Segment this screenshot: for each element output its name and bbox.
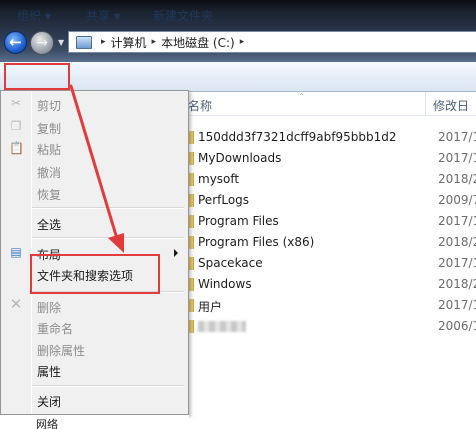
file-row[interactable]: Program Files 2017/1 — [188, 211, 476, 232]
menu-item-close[interactable]: 关闭 — [37, 393, 61, 410]
file-row[interactable]: PerfLogs 2009/7 — [188, 190, 476, 211]
file-row[interactable]: 用户 2017/1 — [188, 295, 476, 316]
organize-label: 组织 — [17, 9, 42, 23]
file-name: Windows — [198, 277, 252, 291]
menu-item-remove-properties[interactable]: 删除属性 — [37, 342, 85, 359]
column-date-modified[interactable]: 修改日 — [433, 97, 469, 114]
new-folder-button[interactable]: 新建文件夹 — [153, 7, 213, 23]
file-name: Program Files — [198, 214, 279, 228]
menu-separator — [32, 237, 184, 239]
column-name[interactable]: 名称 — [188, 97, 212, 114]
file-row[interactable]: 150ddd3f7321dcff9abf95bbb1d2 2017/1 — [188, 127, 476, 148]
file-name: Spacekace — [198, 256, 263, 270]
organize-button[interactable]: 组织 ▼ — [17, 7, 51, 23]
submenu-arrow-icon — [174, 249, 178, 257]
chevron-down-icon: ▼ — [45, 12, 52, 21]
computer-icon — [76, 35, 92, 49]
back-button[interactable]: ← — [4, 31, 27, 54]
scissors-icon: ✂ — [10, 96, 22, 110]
file-date: 2017/1 — [438, 214, 476, 228]
file-name: 150ddd3f7321dcff9abf95bbb1d2 — [198, 130, 397, 144]
delete-x-icon: ✕ — [9, 295, 23, 313]
file-date: 2017/1 — [438, 151, 476, 165]
breadcrumb-computer[interactable]: 计算机 — [111, 34, 147, 51]
file-date: 2009/7 — [438, 193, 476, 207]
menu-item-properties[interactable]: 属性 — [37, 363, 61, 380]
file-row[interactable]: MyDownloads 2017/1 — [188, 148, 476, 169]
sidebar-item-network[interactable]: 网络 — [36, 416, 58, 429]
file-date: 2018/2 — [438, 277, 476, 291]
menu-item-copy[interactable]: 复制 — [37, 120, 61, 137]
column-header: 名称 ⌃ 修改日 — [188, 92, 476, 116]
blurred-file-name — [198, 321, 246, 332]
menu-item-select-all[interactable]: 全选 — [37, 216, 61, 233]
sort-ascending-icon: ⌃ — [298, 92, 305, 101]
command-bar — [0, 62, 476, 92]
file-date: 2018/2 — [438, 172, 476, 186]
file-name: PerfLogs — [198, 193, 250, 207]
breadcrumb-separator-icon[interactable]: ▸ — [101, 37, 106, 47]
file-date: 2017/1 — [438, 298, 476, 312]
breadcrumb-local-disk[interactable]: 本地磁盘 (C:) — [161, 34, 235, 51]
share-button[interactable]: 共享 ▼ — [86, 7, 120, 23]
clipboard-icon: 📋 — [9, 141, 24, 155]
menu-item-redo[interactable]: 恢复 — [37, 186, 61, 203]
navigation-pane-partial: 网络 — [0, 415, 189, 429]
organize-menu — [0, 90, 189, 415]
breadcrumb-separator-icon[interactable]: ▸ — [152, 37, 157, 47]
file-name: Program Files (x86) — [198, 235, 315, 249]
file-row[interactable]: Spacekace 2017/1 — [188, 253, 476, 274]
file-date: 2017/1 — [438, 256, 476, 270]
menu-item-paste[interactable]: 粘贴 — [37, 141, 61, 158]
menu-icon-gutter — [31, 92, 32, 414]
organize-highlight-box — [4, 63, 70, 90]
menu-item-delete[interactable]: 删除 — [37, 299, 61, 316]
menu-separator — [32, 207, 184, 209]
column-divider[interactable] — [425, 92, 426, 116]
layout-icon: ▤ — [10, 245, 22, 259]
file-name: mysoft — [198, 172, 240, 186]
file-row[interactable]: mysoft 2018/2 — [188, 169, 476, 190]
recent-pages-dropdown-icon[interactable]: ▼ — [58, 38, 64, 47]
file-row[interactable]: Windows 2018/2 — [188, 274, 476, 295]
menu-item-cut[interactable]: 剪切 — [37, 97, 61, 114]
file-date: 2017/1 — [438, 130, 476, 144]
forward-button[interactable]: → — [30, 31, 54, 55]
file-date: 2018/2 — [438, 235, 476, 249]
new-folder-label: 新建文件夹 — [153, 9, 214, 23]
file-name: MyDownloads — [198, 151, 282, 165]
copy-icon: ❐ — [10, 119, 22, 133]
folder-options-highlight-box — [30, 254, 160, 294]
menu-item-undo[interactable]: 撤消 — [37, 164, 61, 181]
file-row[interactable]: 2006/1 — [188, 316, 476, 337]
share-label: 共享 — [86, 9, 111, 23]
menu-item-rename[interactable]: 重命名 — [37, 320, 73, 337]
chevron-down-icon: ▼ — [114, 12, 121, 21]
file-row[interactable]: Program Files (x86) 2018/2 — [188, 232, 476, 253]
breadcrumb-separator-icon[interactable]: ▸ — [240, 37, 245, 47]
menu-separator — [32, 385, 184, 387]
address-bar[interactable]: ▸ 计算机 ▸ 本地磁盘 (C:) ▸ — [68, 31, 476, 53]
file-date: 2006/1 — [438, 319, 476, 333]
file-name: 用户 — [198, 300, 223, 314]
